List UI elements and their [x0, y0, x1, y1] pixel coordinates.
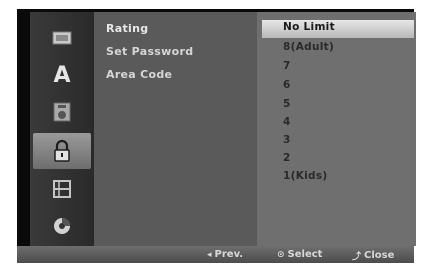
language-menu-tab[interactable]: A	[30, 57, 94, 93]
menu-item-area-code[interactable]: Area Code	[106, 68, 172, 81]
film-menu-tab[interactable]	[30, 171, 94, 207]
option-7[interactable]: 7	[283, 60, 291, 72]
language-icon: A	[53, 62, 71, 88]
option-6[interactable]: 6	[283, 79, 291, 91]
lock-menu-tab[interactable]	[33, 133, 91, 169]
other-icon	[54, 218, 70, 234]
film-icon	[53, 180, 71, 198]
audio-menu-tab[interactable]	[30, 94, 94, 130]
menu-item-rating[interactable]: Rating	[106, 22, 148, 35]
prev-hint[interactable]: ◂ Prev.	[207, 249, 243, 260]
option-8-adult[interactable]: 8(Adult)	[283, 41, 334, 53]
return-icon: ⤴	[352, 252, 362, 262]
disc-icon	[52, 31, 72, 45]
close-hint[interactable]: ⤴ Close	[352, 249, 394, 262]
option-no-limit[interactable]: No Limit	[283, 21, 335, 33]
other-menu-tab[interactable]	[30, 208, 94, 244]
option-5[interactable]: 5	[283, 98, 291, 110]
select-hint[interactable]: ⊙ Select	[277, 249, 322, 260]
close-label: Close	[364, 250, 395, 261]
lock-icon	[54, 139, 70, 162]
footer-bar: ◂ Prev. ⊙ Select ⤴ Close	[17, 246, 414, 263]
option-4[interactable]: 4	[283, 116, 291, 128]
option-3[interactable]: 3	[283, 134, 291, 146]
left-arrow-icon: ◂	[207, 249, 212, 260]
options-column	[257, 12, 416, 246]
enter-icon: ⊙	[277, 249, 285, 260]
disc-menu-tab[interactable]	[30, 20, 94, 56]
menu-item-set-password[interactable]: Set Password	[106, 45, 193, 58]
select-label: Select	[287, 249, 323, 260]
option-1-kids[interactable]: 1(Kids)	[283, 170, 328, 182]
option-2[interactable]: 2	[283, 152, 291, 164]
audio-icon	[53, 102, 71, 122]
prev-label: Prev.	[214, 249, 244, 260]
